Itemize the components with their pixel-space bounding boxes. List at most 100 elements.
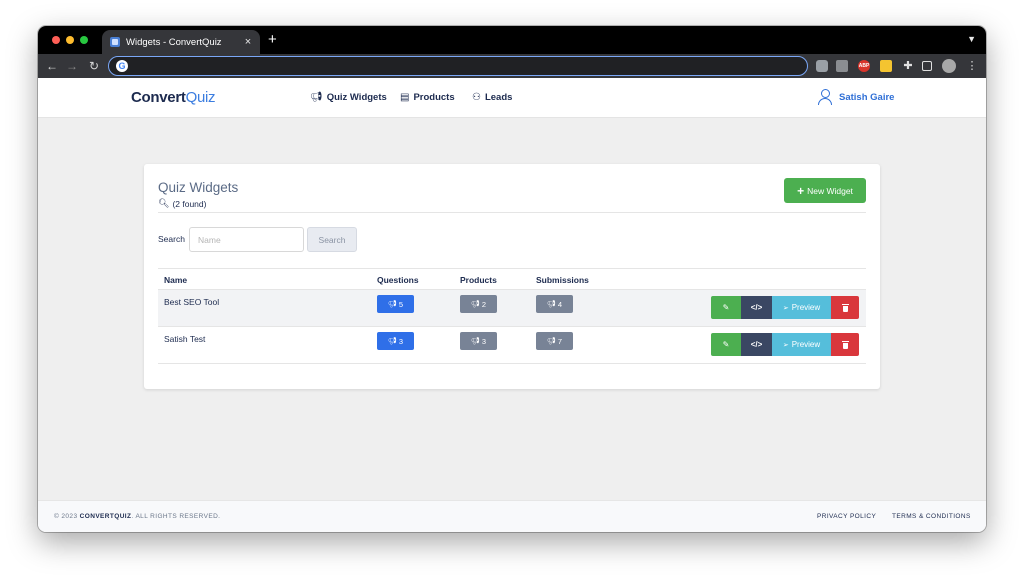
adblock-extension-icon[interactable]: ABP xyxy=(858,60,870,72)
megaphone-icon: 📢︎ xyxy=(470,301,480,308)
edit-button[interactable]: ✎ xyxy=(711,333,741,356)
table-row: Satish Test 📢︎ 3 📢︎ 3 📢︎ 7 ✎ </> ➢ Previ… xyxy=(158,327,866,364)
browser-tab[interactable]: Widgets - ConvertQuiz × xyxy=(102,30,260,54)
new-tab-button[interactable]: + xyxy=(268,32,277,48)
widget-name[interactable]: Satish Test xyxy=(164,334,205,344)
embed-code-button[interactable]: </> xyxy=(741,296,772,319)
nav-label: Leads xyxy=(484,92,513,103)
submissions-count: 4 xyxy=(557,299,563,309)
megaphone-icon: 📢︎ xyxy=(546,338,556,345)
table-icon: ▤ xyxy=(400,92,410,103)
address-bar[interactable]: G xyxy=(108,56,808,76)
user-menu[interactable]: Satish Gaire xyxy=(818,88,894,106)
notes-extension-icon[interactable] xyxy=(880,60,892,72)
search-icon: 🔍︎ xyxy=(158,198,170,208)
questions-count-button[interactable]: 📢︎ 3 xyxy=(377,332,414,350)
site-footer: © 2023 CONVERTQUIZ. ALL RIGHTS RESERVED.… xyxy=(38,500,986,532)
submissions-count-button[interactable]: 📢︎ 4 xyxy=(536,295,573,313)
site-navbar: ConvertQuiz 📢︎ Quiz Widgets ▤ Products ⚇… xyxy=(38,78,986,118)
close-window-button[interactable] xyxy=(52,36,60,44)
megaphone-icon: 📢︎ xyxy=(387,301,397,308)
products-count: 3 xyxy=(481,336,487,346)
new-widget-label: New Widget xyxy=(807,185,853,196)
search-input[interactable] xyxy=(189,227,304,252)
camera-extension-icon[interactable] xyxy=(816,60,828,72)
embed-code-button[interactable]: </> xyxy=(741,333,772,356)
send-icon: ➢ xyxy=(782,304,789,312)
megaphone-icon: 📢︎ xyxy=(546,301,556,308)
user-name: Satish Gaire xyxy=(839,91,895,103)
questions-count-button[interactable]: 📢︎ 5 xyxy=(377,295,414,313)
questions-count: 3 xyxy=(398,336,404,346)
trash-icon xyxy=(841,303,849,312)
products-count-button[interactable]: 📢︎ 3 xyxy=(460,332,497,350)
submissions-count-button[interactable]: 📢︎ 7 xyxy=(536,332,573,350)
page: ConvertQuiz 📢︎ Quiz Widgets ▤ Products ⚇… xyxy=(38,78,986,532)
questions-count: 5 xyxy=(398,299,404,309)
megaphone-icon: 📢︎ xyxy=(387,338,397,345)
column-header-name: Name xyxy=(164,275,188,285)
side-panel-icon[interactable] xyxy=(922,61,932,71)
nav-products[interactable]: ▤ Products xyxy=(400,92,455,103)
preview-button[interactable]: ➢ Preview xyxy=(772,333,831,356)
search-label: Search xyxy=(158,234,185,244)
terms-link[interactable]: TERMS & CONDITIONS xyxy=(892,513,971,520)
minimize-window-button[interactable] xyxy=(66,36,74,44)
preview-button[interactable]: ➢ Preview xyxy=(772,296,831,319)
column-header-submissions: Submissions xyxy=(536,275,589,285)
browser-toolbar: ← → ↻ G ABP ✚ ⋮ xyxy=(38,54,986,78)
user-icon xyxy=(818,88,832,106)
preview-label: Preview xyxy=(791,340,821,349)
brand-part-2: Quiz xyxy=(185,89,216,106)
favicon-icon xyxy=(110,37,120,47)
row-actions: ✎ </> ➢ Preview xyxy=(711,333,859,356)
brand-logo[interactable]: ConvertQuiz xyxy=(131,89,216,106)
edit-icon: ✎ xyxy=(722,303,730,312)
send-icon: ➢ xyxy=(782,341,789,349)
browser-menu-icon[interactable]: ⋮ xyxy=(966,60,978,72)
table-row: Best SEO Tool 📢︎ 5 📢︎ 2 📢︎ 4 ✎ </> ➢ Pre… xyxy=(158,290,866,327)
code-icon: </> xyxy=(750,340,763,349)
tab-strip: Widgets - ConvertQuiz × + ▼ xyxy=(38,26,986,54)
users-icon: ⚇ xyxy=(472,92,481,103)
maximize-window-button[interactable] xyxy=(80,36,88,44)
google-icon: G xyxy=(116,60,128,72)
widgets-card: Quiz Widgets 🔍︎ (2 found) + New Widget S… xyxy=(144,164,880,389)
delete-button[interactable] xyxy=(831,333,859,356)
trash-icon xyxy=(841,340,849,349)
delete-button[interactable] xyxy=(831,296,859,319)
extensions-puzzle-icon[interactable]: ✚ xyxy=(902,60,914,72)
megaphone-icon: 📢︎ xyxy=(310,92,323,103)
megaphone-icon: 📢︎ xyxy=(470,338,480,345)
widget-name[interactable]: Best SEO Tool xyxy=(164,297,219,307)
privacy-policy-link[interactable]: PRIVACY POLICY xyxy=(817,513,876,520)
document-extension-icon[interactable] xyxy=(836,60,848,72)
copyright-brand: CONVERTQUIZ xyxy=(79,513,132,520)
results-count: 🔍︎ (2 found) xyxy=(158,198,206,209)
code-icon: </> xyxy=(750,303,763,312)
column-header-questions: Questions xyxy=(377,275,419,285)
tab-search-chevron-icon[interactable]: ▼ xyxy=(967,34,976,44)
new-widget-button[interactable]: + New Widget xyxy=(784,178,866,203)
profile-avatar-icon[interactable] xyxy=(942,59,956,73)
column-header-products: Products xyxy=(460,275,497,285)
edit-button[interactable]: ✎ xyxy=(711,296,741,319)
tab-title: Widgets - ConvertQuiz xyxy=(126,36,222,48)
row-actions: ✎ </> ➢ Preview xyxy=(711,296,859,319)
plus-icon: + xyxy=(797,183,805,198)
brand-part-1: Convert xyxy=(131,89,186,106)
nav-quiz-widgets[interactable]: 📢︎ Quiz Widgets xyxy=(310,92,387,103)
browser-window: Widgets - ConvertQuiz × + ▼ ← → ↻ G ABP … xyxy=(38,26,986,532)
nav-leads[interactable]: ⚇ Leads xyxy=(472,92,512,103)
submissions-count: 7 xyxy=(557,336,563,346)
copyright: © 2023 CONVERTQUIZ. ALL RIGHTS RESERVED. xyxy=(54,513,220,520)
back-arrow-icon[interactable]: ← xyxy=(44,58,60,74)
reload-icon[interactable]: ↻ xyxy=(86,58,102,74)
tab-close-icon[interactable]: × xyxy=(240,36,256,48)
forward-arrow-icon[interactable]: → xyxy=(64,58,80,74)
edit-icon: ✎ xyxy=(722,340,730,349)
products-count-button[interactable]: 📢︎ 2 xyxy=(460,295,497,313)
products-count: 2 xyxy=(481,299,487,309)
nav-label: Products xyxy=(413,92,455,103)
search-button[interactable]: Search xyxy=(307,227,357,252)
